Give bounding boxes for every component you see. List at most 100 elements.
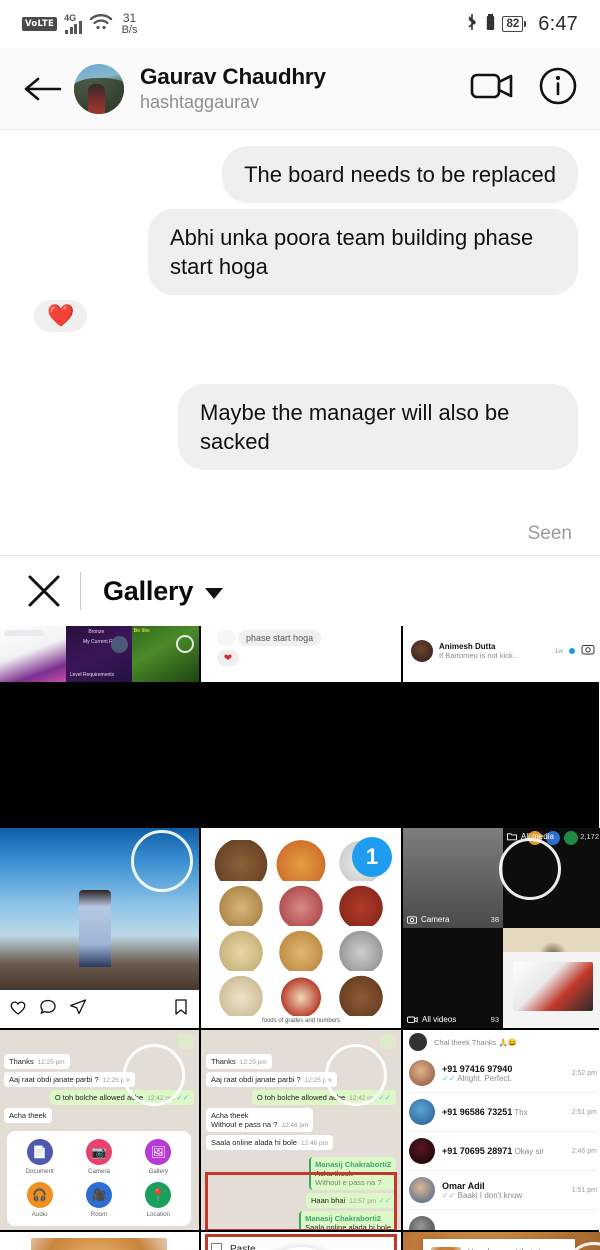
gallery-thumb[interactable] (0, 1232, 199, 1250)
wa-time: 12:42 pm (147, 1095, 175, 1102)
gallery-thumb[interactable]: Thanks 12:25 pm Aaj raat obdi janate parb… (0, 1030, 199, 1230)
wifi-icon (89, 12, 113, 37)
message-bubble[interactable]: Maybe the manager will also be sacked (178, 384, 578, 471)
clock: 6:47 (538, 12, 578, 35)
gallery-grid: Bronze My Current Rank Level Requirement… (0, 626, 600, 1250)
phone-screen: VoLTE 4G 31 B/s 82 6:47 Gaurav Chaudhry … (0, 0, 600, 1250)
gallery-thumb[interactable]: How dogs contribute to our health and ha… (403, 1232, 600, 1250)
page-title: Gaurav Chaudhry (140, 64, 326, 90)
video-call-icon[interactable] (470, 69, 516, 108)
wa-msg: Thanks (9, 1057, 34, 1066)
list-item-title: Animesh Dutta (439, 642, 496, 651)
dog-photo-screenshot (0, 1232, 199, 1250)
wa-time: 12:42 pm (349, 1095, 377, 1102)
whatsapp-chat-screenshot: Thanks 12:25 pm Aaj raat obdi janate parb… (201, 1030, 401, 1230)
wa-time: 12:25 pm (37, 1059, 65, 1066)
list-item-preview: Alright. Perfect. (457, 1073, 512, 1083)
status-bar-left: VoLTE 4G 31 B/s (22, 12, 137, 37)
chevron-down-icon (205, 588, 224, 599)
wa-time: 12:25 pm (102, 1077, 130, 1084)
avatar (409, 1099, 435, 1125)
unread-dot-icon (569, 648, 575, 654)
comment-icon[interactable] (39, 998, 57, 1021)
signal-strength-icon: 4G (64, 13, 82, 34)
folder-label: All videos (422, 1015, 457, 1024)
bluetooth-icon (465, 12, 479, 37)
wa-msg: Thanks (211, 1057, 236, 1066)
document-icon: 📄 (26, 1139, 53, 1165)
folder-tile[interactable]: All videos 93 (403, 928, 503, 1028)
list-item-time: 2:46 pm (571, 1147, 597, 1155)
folder-label: Camera (421, 915, 450, 924)
word-context-menu-screenshot: Paste Keep S Merge Paste Format Picture (201, 1232, 401, 1250)
wa-quote-name: Manasij Chakraborti2 (315, 1160, 391, 1169)
gallery-source-dropdown[interactable]: Gallery (103, 576, 224, 607)
message-bubble[interactable]: The board needs to be replaced (222, 146, 578, 204)
gallery-icon: 🖼 (145, 1139, 172, 1165)
message-reaction-row: ❤️ (22, 300, 578, 333)
attach-option-location[interactable]: 📍 Location (130, 1182, 187, 1218)
table-row[interactable]: +91 70695 28971 Okay sir 2:46 pm (409, 1132, 597, 1171)
gallery-thumb[interactable]: Camera 38 All media 2,172 All videos 93 (403, 828, 600, 1028)
gallery-thumb[interactable]: phase start hoga ❤ (201, 626, 401, 682)
list-item-title: Omar Adil (442, 1180, 485, 1191)
heart-icon[interactable] (9, 998, 27, 1021)
status-bar-right: 82 6:47 (465, 12, 578, 37)
attach-option-camera[interactable]: 📷 Camera (70, 1139, 127, 1175)
list-item-time: 1w (554, 647, 563, 655)
attach-option-document[interactable]: 📄 Document (11, 1139, 68, 1175)
folder-tile[interactable]: Camera 38 (403, 828, 503, 928)
close-icon[interactable] (24, 571, 70, 611)
avatar (409, 1060, 435, 1086)
selection-badge: 1 (352, 837, 392, 877)
network-speed-indicator: 31 B/s (121, 10, 138, 36)
room-icon: 🎥 (85, 1182, 112, 1208)
gallery-header: Gallery (0, 556, 600, 626)
message-row: Abhi unka poora team building phase star… (22, 209, 578, 296)
battery-small-icon (486, 13, 495, 36)
heart-reaction[interactable]: ❤️ (34, 300, 88, 333)
volte-icon: VoLTE (22, 17, 58, 31)
wa-msg: O toh bolche allowed ache (54, 1093, 144, 1102)
thumb-caption: phase start hoga (238, 630, 322, 646)
whatsapp-chat-list-screenshot: Chal theek Thanks 🙏😄 +91 97416 97940 ✓✓ … (403, 1030, 600, 1230)
gallery-thumb[interactable]: Bronze My Current Rank Level Requirement… (0, 626, 199, 682)
gallery-thumb[interactable]: Thanks 12:25 pm Aaj raat obdi janate parb… (201, 1030, 401, 1230)
camera-icon: 📷 (85, 1139, 112, 1165)
gallery-thumb[interactable]: Chal theek Thanks 🙏😄 +91 97416 97940 ✓✓ … (403, 1030, 600, 1230)
folder-count: 93 (490, 1015, 499, 1024)
bookmark-icon[interactable] (173, 998, 189, 1021)
menu-preview: How dogs contribute to our health and ha… (423, 1239, 575, 1250)
battery-percent-badge: 82 (502, 16, 527, 32)
gallery-thumb[interactable]: Animesh Dutta If Bartomeu is not kick...… (403, 626, 600, 682)
list-item-preview: Okay sir (514, 1147, 544, 1156)
table-row[interactable]: Omar Adil ✓✓ Baaki I don't know 1:51 pm (409, 1171, 597, 1210)
attach-option-room[interactable]: 🎥 Room (70, 1182, 127, 1218)
gallery-thumb[interactable] (0, 828, 199, 1028)
list-item-time: 2:51 pm (571, 1108, 597, 1116)
table-row[interactable] (409, 1210, 597, 1230)
wa-msg: Aaj raat obdi janate parbi ? (9, 1075, 99, 1084)
back-arrow-icon[interactable] (22, 74, 74, 104)
heart-icon: ❤️ (47, 303, 75, 329)
chrome-image-context-menu: How dogs contribute to our health and ha… (423, 1238, 575, 1250)
wa-msg: Acha theek (211, 1111, 249, 1120)
table-row[interactable]: +91 96586 73251 Thx 2:51 pm (409, 1093, 597, 1132)
message-bubble[interactable]: Abhi unka poora team building phase star… (148, 209, 578, 296)
attach-option-audio[interactable]: 🎧 Audio (11, 1182, 68, 1218)
table-row[interactable]: +91 97416 97940 ✓✓ Alright. Perfect. 2:5… (409, 1054, 597, 1093)
list-item-preview: Chal theek Thanks 🙏😄 (434, 1037, 518, 1047)
gallery-thumb[interactable]: 1 foods of grades and numbers (201, 828, 401, 1028)
chat-title-block[interactable]: Gaurav Chaudhry hashtaggaurav (140, 64, 470, 113)
chat-header-actions (470, 66, 578, 111)
attach-option-gallery[interactable]: 🖼 Gallery (130, 1139, 187, 1175)
info-icon[interactable] (538, 66, 578, 111)
camera-icon (581, 642, 595, 660)
share-icon[interactable] (69, 998, 87, 1021)
avatar[interactable] (74, 63, 124, 114)
avatar (409, 1216, 435, 1230)
folder-tile[interactable]: All media 2,172 (503, 828, 600, 928)
message-row: Maybe the manager will also be sacked (22, 384, 578, 471)
gallery-thumb[interactable]: Paste Keep S Merge Paste Format Picture (201, 1232, 401, 1250)
wa-time: 12:25 pm (304, 1077, 332, 1084)
